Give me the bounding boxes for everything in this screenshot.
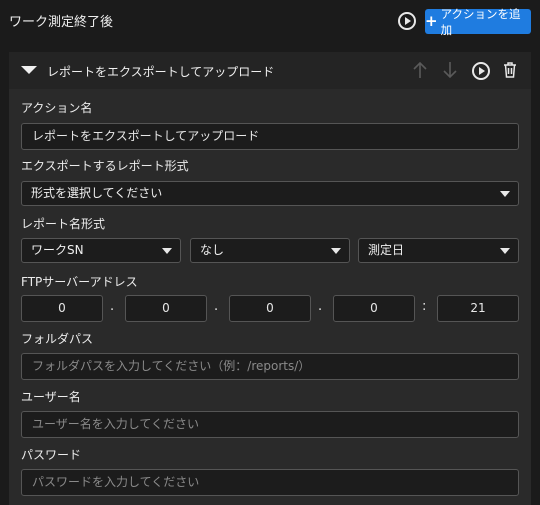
password-label: パスワード — [21, 448, 82, 462]
report-name-part-1-select[interactable]: ワークSN — [21, 238, 181, 263]
collapse-caret-icon[interactable] — [21, 66, 37, 74]
report-name-part-2-value: なし — [200, 243, 225, 257]
report-name-label: レポート名形式 — [21, 217, 106, 231]
action-card: レポートをエクスポートしてアップロード アクション名 レポートをエクスポートして… — [9, 52, 531, 505]
export-format-label: エクスポートするレポート形式 — [21, 159, 189, 173]
trash-icon[interactable] — [503, 62, 517, 78]
run-section-play-icon[interactable] — [398, 12, 416, 30]
export-format-value: 形式を選択してください — [31, 186, 163, 200]
ip-separator: . — [214, 299, 219, 314]
arrow-up-icon[interactable] — [413, 61, 427, 79]
username-input[interactable]: ユーザー名を入力してください — [21, 411, 519, 438]
action-card-title: レポートをエクスポートしてアップロード — [47, 65, 275, 79]
plus-icon: + — [425, 12, 438, 30]
dropdown-arrow-icon — [500, 191, 510, 197]
action-card-header[interactable]: レポートをエクスポートしてアップロード — [9, 52, 531, 89]
add-action-button[interactable]: + アクションを追加 — [425, 7, 531, 37]
action-name-label: アクション名 — [21, 101, 93, 115]
report-name-part-2-select[interactable]: なし — [190, 238, 350, 263]
ip-separator: . — [318, 299, 323, 314]
dropdown-arrow-icon — [331, 248, 341, 254]
section-title: ワーク測定終了後 — [9, 15, 114, 30]
export-format-select[interactable]: 形式を選択してください — [21, 181, 519, 206]
report-name-part-3-select[interactable]: 測定日 — [358, 238, 519, 263]
ftp-ip-octet-4[interactable]: 0 — [333, 295, 415, 322]
ftp-ip-octet-3[interactable]: 0 — [229, 295, 311, 322]
ftp-ip-octet-1[interactable]: 0 — [21, 295, 103, 322]
ftp-port-input[interactable]: 21 — [437, 295, 519, 322]
report-name-part-1-value: ワークSN — [31, 243, 84, 257]
folder-path-label: フォルダパス — [21, 332, 94, 346]
folder-path-input[interactable]: フォルダパスを入力してください（例：/reports/） — [21, 353, 519, 380]
dropdown-arrow-icon — [500, 248, 510, 254]
ftp-address-label: FTPサーバーアドレス — [21, 275, 138, 289]
arrow-down-icon[interactable] — [443, 61, 457, 79]
section-header: ワーク測定終了後 + アクションを追加 — [0, 0, 540, 42]
ftp-ip-octet-2[interactable]: 0 — [125, 295, 207, 322]
port-separator: : — [422, 299, 427, 314]
report-name-part-3-value: 測定日 — [368, 243, 405, 257]
password-input[interactable]: パスワードを入力してください — [21, 469, 519, 496]
action-name-input[interactable]: レポートをエクスポートしてアップロード — [21, 123, 519, 150]
run-action-play-icon[interactable] — [472, 62, 490, 80]
add-action-label: アクションを追加 — [440, 6, 521, 37]
dropdown-arrow-icon — [162, 248, 172, 254]
ip-separator: . — [110, 299, 115, 314]
username-label: ユーザー名 — [21, 390, 81, 404]
